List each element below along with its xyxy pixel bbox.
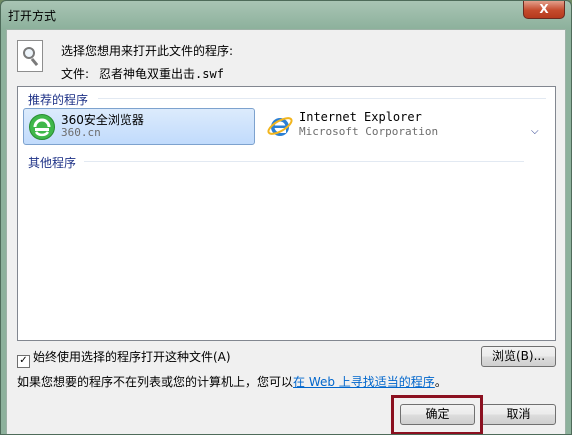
file-label: 文件: [61, 67, 90, 81]
dialog-body: 选择您想用来打开此文件的程序: 文件: 忍者神龟双重出击.swf 推荐的程序 36… [6, 29, 566, 434]
program-publisher: 360.cn [61, 126, 101, 139]
always-use-label[interactable]: 始终使用选择的程序打开这种文件(A) [33, 350, 231, 364]
internet-explorer-icon [267, 117, 293, 136]
file-line: 文件: 忍者神龟双重出击.swf [61, 65, 224, 82]
program-name: Internet Explorer [299, 110, 422, 124]
program-list[interactable]: 推荐的程序 360安全浏览器 360.cn Internet Explorer … [17, 86, 556, 341]
always-use-row[interactable]: ✓ 始终使用选择的程序打开这种文件(A) [17, 348, 231, 368]
360-browser-icon [29, 114, 55, 140]
close-button[interactable]: X [523, 1, 565, 19]
ok-button-highlight [391, 395, 483, 434]
notice-text: 如果您想要的程序不在列表或您的计算机上，您可以在 Web 上寻找适当的程序。 [17, 373, 447, 390]
group-divider [84, 161, 524, 162]
cancel-button[interactable]: 取消 [481, 404, 556, 425]
group-divider [98, 98, 546, 99]
chevron-down-icon[interactable]: ⌵ [531, 126, 541, 137]
file-name: 忍者神龟双重出击.swf [99, 67, 224, 81]
program-item-360[interactable]: 360安全浏览器 360.cn [23, 108, 255, 145]
close-icon: X [539, 2, 549, 16]
file-search-icon [17, 40, 43, 72]
find-program-web-link[interactable]: 在 Web 上寻找适当的程序 [293, 375, 435, 389]
open-with-dialog: 打开方式 X 选择您想用来打开此文件的程序: 文件: 忍者神龟双重出击.swf 推… [0, 0, 572, 435]
notice-text-after: 。 [434, 375, 447, 389]
other-group-label[interactable]: 其他程序 [28, 154, 76, 171]
recommended-group-label[interactable]: 推荐的程序 [28, 91, 88, 108]
always-use-checkbox[interactable]: ✓ [17, 355, 30, 368]
title-bar[interactable]: 打开方式 X [1, 1, 571, 29]
program-publisher: Microsoft Corporation [299, 125, 439, 138]
browse-button[interactable]: 浏览(B)... [481, 346, 556, 367]
prompt-text: 选择您想用来打开此文件的程序: [61, 44, 234, 58]
notice-text-before: 如果您想要的程序不在列表或您的计算机上，您可以 [17, 375, 294, 389]
window-title: 打开方式 [8, 9, 57, 23]
program-item-ie[interactable]: Internet Explorer Microsoft Corporation [262, 108, 462, 145]
